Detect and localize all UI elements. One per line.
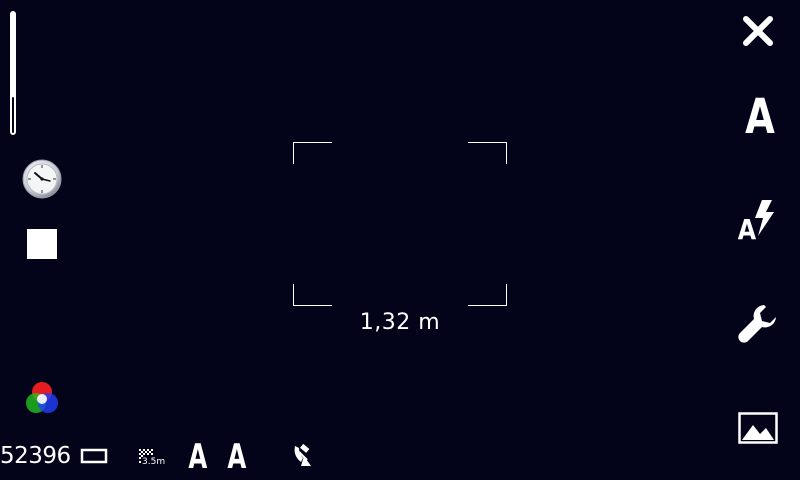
close-icon xyxy=(743,16,773,46)
close-button[interactable] xyxy=(741,14,775,48)
flash-mode-button[interactable]: A xyxy=(736,196,780,242)
resolution-icon: 3.5m xyxy=(137,447,167,467)
flash-auto-label: A xyxy=(738,214,756,242)
aspect-ratio-icon xyxy=(80,448,108,464)
iso-indicator: A xyxy=(188,437,208,477)
color-wheel-icon[interactable] xyxy=(24,381,60,417)
scene-mode-button[interactable]: A xyxy=(744,91,776,143)
gallery-icon xyxy=(738,412,778,444)
white-balance-indicator: A xyxy=(227,437,247,477)
stop-square-icon[interactable] xyxy=(27,229,57,259)
wrench-icon xyxy=(738,305,776,343)
remaining-shots-count: 52396 xyxy=(0,443,71,469)
zoom-slider-fill xyxy=(12,97,14,133)
focus-frame-corner-bottom-left xyxy=(293,284,332,306)
settings-button[interactable] xyxy=(737,302,779,344)
resolution-label: 3.5m xyxy=(142,457,165,467)
flash-auto-icon: A xyxy=(738,200,774,242)
gallery-button[interactable] xyxy=(738,412,778,444)
focus-distance-label: 1,32 m xyxy=(359,310,441,335)
focus-frame-corner-bottom-right xyxy=(468,284,507,306)
focus-frame-corner-top-left xyxy=(293,142,332,164)
focus-frame-corner-top-right xyxy=(468,142,507,164)
gps-satellite-icon xyxy=(289,440,319,470)
zoom-slider[interactable] xyxy=(10,11,16,135)
clock-icon[interactable] xyxy=(22,159,62,199)
